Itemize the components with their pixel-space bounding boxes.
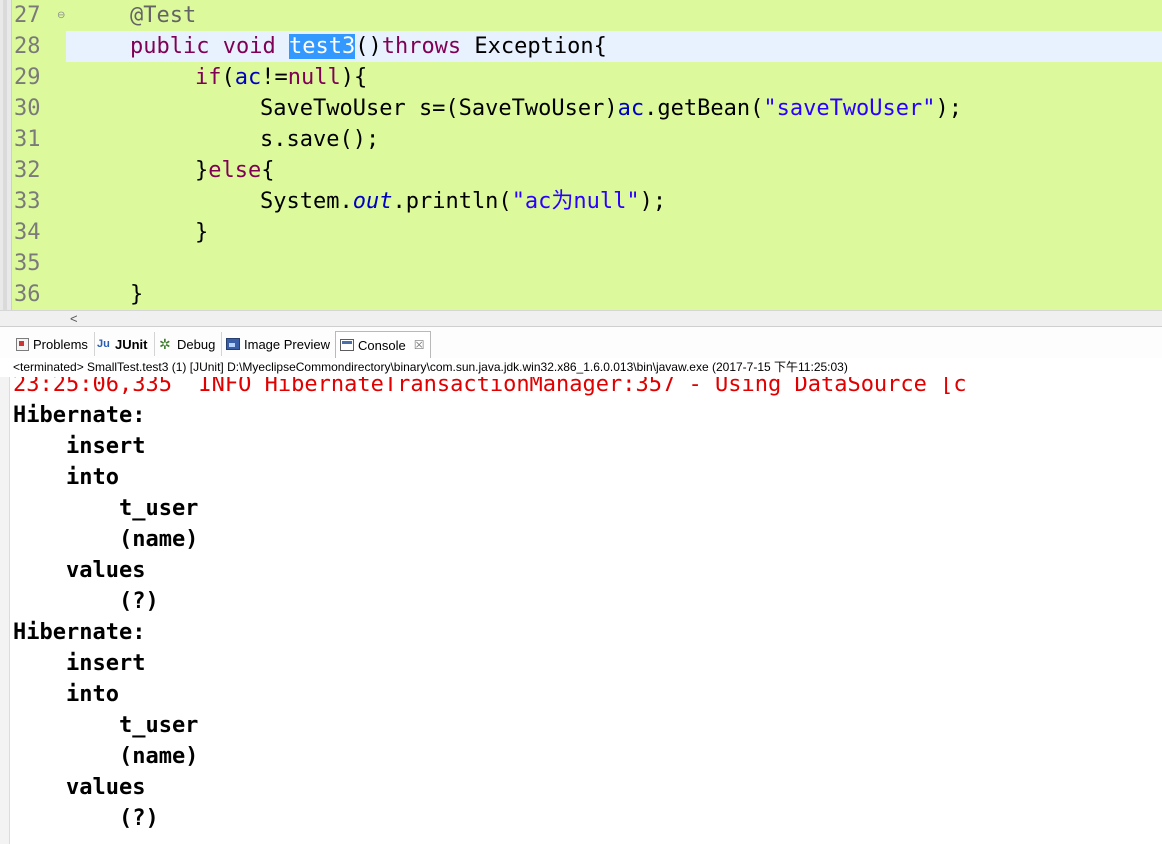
editor-line[interactable] (12, 248, 1162, 279)
editor-left-ruler (0, 0, 12, 310)
code-token: out (352, 189, 393, 214)
code-text: if(ac!=null){ (195, 62, 367, 93)
line-number: 35 (14, 251, 41, 276)
console-output-line: insert (13, 434, 146, 459)
code-token: null (287, 65, 341, 90)
code-token: s.save(); (260, 127, 380, 152)
image-preview-icon (226, 338, 240, 350)
console-output-line: into (13, 465, 119, 490)
code-token: ); (935, 96, 963, 121)
code-token: void (222, 34, 276, 59)
code-token: "saveTwoUser" (763, 96, 936, 121)
tab-label: JUnit (115, 336, 148, 352)
console-output-line: t_user (13, 713, 199, 738)
code-text: }else{ (195, 155, 274, 186)
code-token: } (195, 158, 209, 183)
code-token: ( (221, 65, 235, 90)
code-token: ); (639, 189, 667, 214)
editor-line[interactable] (12, 62, 1162, 93)
editor-line[interactable] (12, 217, 1162, 248)
code-token: () (355, 34, 382, 59)
code-token: System. (260, 189, 353, 214)
line-number: 36 (14, 282, 41, 307)
console-icon (340, 339, 354, 351)
console-output-line: values (13, 558, 146, 583)
code-text: } (130, 279, 143, 310)
code-text: System.out.println("ac为null"); (260, 186, 666, 217)
debug-icon: ✲ (159, 336, 171, 352)
tab-problems[interactable]: Problems (12, 332, 95, 356)
line-number: 34 (14, 220, 41, 245)
code-token: public (130, 34, 210, 59)
console-log-line: 23:25:06,335 INFO HibernateTransactionMa… (13, 377, 967, 397)
views-tab-bar: Problems Ju JUnit ✲ Debug Image Preview … (0, 326, 1162, 359)
editor-line[interactable] (12, 155, 1162, 186)
console-output[interactable]: 23:25:06,335 INFO HibernateTransactionMa… (0, 377, 1162, 844)
code-text: public void test3()throws Exception{ (130, 31, 607, 62)
tab-debug[interactable]: ✲ Debug (155, 332, 223, 356)
tab-console[interactable]: Console ☒ (335, 331, 432, 358)
code-token: Exception{ (461, 34, 607, 59)
code-text: } (195, 217, 208, 248)
tab-label: Debug (177, 336, 216, 352)
tab-label: Image Preview (244, 336, 330, 352)
code-token: if (195, 65, 222, 90)
tab-label: Problems (33, 336, 88, 352)
tab-image-preview[interactable]: Image Preview (222, 332, 337, 356)
scroll-left-arrow-icon[interactable]: < (70, 311, 78, 327)
code-token: @Test (130, 3, 197, 28)
console-output-line: insert (13, 651, 146, 676)
code-token: ac (234, 65, 262, 90)
console-output-line: (name) (13, 527, 199, 552)
editor-line[interactable] (12, 124, 1162, 155)
console-output-line: t_user (13, 496, 199, 521)
console-output-line: (?) (13, 806, 159, 831)
console-left-edge (0, 377, 10, 844)
code-token: != (261, 65, 288, 90)
code-editor[interactable]: 27 ⊖ @Test 28 public void test3()throws Exce… (0, 0, 1162, 310)
selected-token: test3 (288, 34, 356, 59)
console-output-line: Hibernate: (13, 403, 146, 428)
line-number: 32 (14, 158, 41, 183)
line-number: 28 (14, 34, 41, 59)
code-token: ac (617, 96, 645, 121)
code-token: } (130, 282, 144, 307)
code-text: SaveTwoUser s=(SaveTwoUser)ac.getBean("s… (260, 93, 962, 124)
editor-gutter-footer (0, 310, 66, 327)
code-token: } (195, 220, 209, 245)
fold-toggle-icon[interactable]: ⊖ (57, 0, 65, 31)
close-tab-icon[interactable]: ☒ (414, 338, 425, 352)
line-number: 30 (14, 96, 41, 121)
console-output-line: (name) (13, 744, 199, 769)
console-output-line: into (13, 682, 119, 707)
console-status-line: <terminated> SmallTest.test3 (1) [JUnit]… (0, 358, 1162, 377)
junit-icon: Ju (97, 338, 110, 350)
tab-label: Console (358, 337, 406, 353)
code-text: @Test (130, 0, 196, 31)
code-token: .getBean( (644, 96, 764, 121)
tab-junit[interactable]: Ju JUnit (93, 332, 155, 356)
line-number: 27 (14, 3, 41, 28)
line-number: 33 (14, 189, 41, 214)
code-token: SaveTwoUser s=(SaveTwoUser) (260, 96, 618, 121)
line-number: 31 (14, 127, 41, 152)
code-token: .println( (392, 189, 512, 214)
editor-line[interactable] (12, 279, 1162, 310)
code-token: "ac为null" (511, 189, 640, 214)
line-number: 29 (14, 65, 41, 90)
code-text: s.save(); (260, 124, 379, 155)
editor-horizontal-scrollbar[interactable]: < (66, 310, 1162, 327)
console-output-line: (?) (13, 589, 159, 614)
code-token: ){ (340, 65, 368, 90)
code-token: { (261, 158, 275, 183)
code-token: throws (381, 34, 462, 59)
code-token: else (208, 158, 262, 183)
console-output-line: values (13, 775, 146, 800)
problems-icon (16, 337, 29, 351)
console-output-line: Hibernate: (13, 620, 146, 645)
